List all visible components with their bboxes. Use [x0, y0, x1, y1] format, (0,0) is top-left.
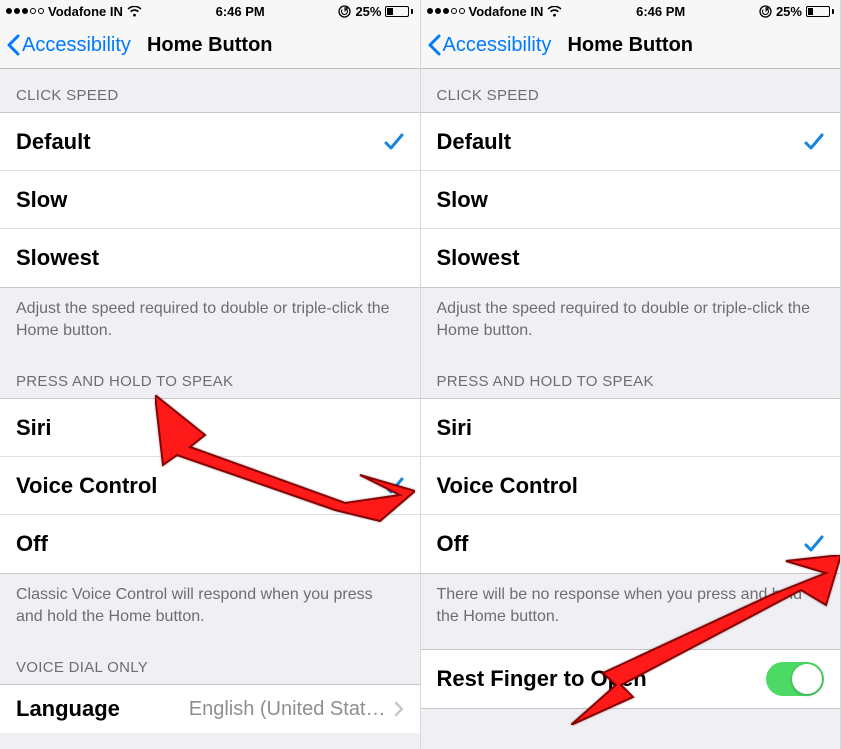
option-label: Slow: [16, 187, 67, 213]
option-label: Siri: [437, 415, 472, 441]
back-button[interactable]: Accessibility: [421, 34, 552, 57]
press-hold-voice-control[interactable]: Voice Control: [0, 457, 420, 515]
section-header-voice-dial: VOICE DIAL ONLY: [0, 641, 420, 684]
section-header-press-hold: PRESS AND HOLD TO SPEAK: [0, 355, 420, 398]
checkmark-icon: [384, 477, 404, 495]
wifi-icon: [127, 6, 142, 17]
signal-icon: [6, 8, 44, 14]
battery-icon: [806, 6, 834, 17]
checkmark-icon: [384, 133, 404, 151]
status-bar: Vodafone IN 6:46 PM 25%: [0, 0, 420, 22]
battery-icon: [385, 6, 413, 17]
press-hold-off[interactable]: Off: [421, 515, 841, 573]
section-footer-click-speed: Adjust the speed required to double or t…: [421, 288, 841, 355]
section-header-click-speed: CLICK SPEED: [421, 69, 841, 112]
battery-percent: 25%: [355, 4, 381, 19]
nav-bar: Accessibility Home Button: [0, 22, 420, 69]
press-hold-group: Siri Voice Control Off: [0, 398, 420, 574]
rest-finger-cell[interactable]: Rest Finger to Open: [421, 650, 841, 708]
nav-bar: Accessibility Home Button: [421, 22, 841, 69]
back-button[interactable]: Accessibility: [0, 34, 131, 57]
press-hold-siri[interactable]: Siri: [421, 399, 841, 457]
rest-finger-label: Rest Finger to Open: [437, 666, 647, 692]
language-label: Language: [16, 696, 120, 722]
option-label: Slowest: [16, 245, 99, 271]
section-footer-press-hold: There will be no response when you press…: [421, 574, 841, 641]
option-label: Slowest: [437, 245, 520, 271]
status-time: 6:46 PM: [636, 4, 685, 19]
voice-dial-group: Language English (United Stat…: [0, 684, 420, 733]
language-cell[interactable]: Language English (United Stat…: [0, 685, 420, 733]
click-speed-slow[interactable]: Slow: [0, 171, 420, 229]
click-speed-slow[interactable]: Slow: [421, 171, 841, 229]
press-hold-group: Siri Voice Control Off: [421, 398, 841, 574]
click-speed-default[interactable]: Default: [421, 113, 841, 171]
rotation-lock-icon: [338, 5, 351, 18]
press-hold-off[interactable]: Off: [0, 515, 420, 573]
right-screenshot: Vodafone IN 6:46 PM 25% Accessibility Ho…: [421, 0, 841, 749]
press-hold-voice-control[interactable]: Voice Control: [421, 457, 841, 515]
carrier-label: Vodafone IN: [48, 4, 123, 19]
click-speed-slowest[interactable]: Slowest: [421, 229, 841, 287]
option-label: Slow: [437, 187, 488, 213]
option-label: Siri: [16, 415, 51, 441]
status-bar: Vodafone IN 6:46 PM 25%: [421, 0, 841, 22]
rotation-lock-icon: [759, 5, 772, 18]
language-value: English (United Stat…: [189, 698, 386, 721]
status-time: 6:46 PM: [216, 4, 265, 19]
checkmark-icon: [804, 535, 824, 553]
battery-percent: 25%: [776, 4, 802, 19]
left-screenshot: Vodafone IN 6:46 PM 25% Accessibility Ho…: [0, 0, 421, 749]
section-footer-click-speed: Adjust the speed required to double or t…: [0, 288, 420, 355]
option-label: Default: [437, 129, 512, 155]
back-label: Accessibility: [443, 34, 552, 57]
option-label: Off: [16, 531, 48, 557]
checkmark-icon: [804, 133, 824, 151]
press-hold-siri[interactable]: Siri: [0, 399, 420, 457]
section-header-press-hold: PRESS AND HOLD TO SPEAK: [421, 355, 841, 398]
chevron-left-icon: [427, 34, 441, 56]
toggle-switch[interactable]: [766, 662, 824, 696]
option-label: Voice Control: [437, 473, 578, 499]
signal-icon: [427, 8, 465, 14]
option-label: Voice Control: [16, 473, 157, 499]
rest-finger-group: Rest Finger to Open: [421, 649, 841, 709]
back-label: Accessibility: [22, 34, 131, 57]
click-speed-slowest[interactable]: Slowest: [0, 229, 420, 287]
section-header-click-speed: CLICK SPEED: [0, 69, 420, 112]
carrier-label: Vodafone IN: [469, 4, 544, 19]
section-footer-press-hold: Classic Voice Control will respond when …: [0, 574, 420, 641]
option-label: Off: [437, 531, 469, 557]
click-speed-group: Default Slow Slowest: [421, 112, 841, 288]
click-speed-group: Default Slow Slowest: [0, 112, 420, 288]
chevron-right-icon: [394, 701, 404, 717]
wifi-icon: [547, 6, 562, 17]
click-speed-default[interactable]: Default: [0, 113, 420, 171]
option-label: Default: [16, 129, 91, 155]
chevron-left-icon: [6, 34, 20, 56]
